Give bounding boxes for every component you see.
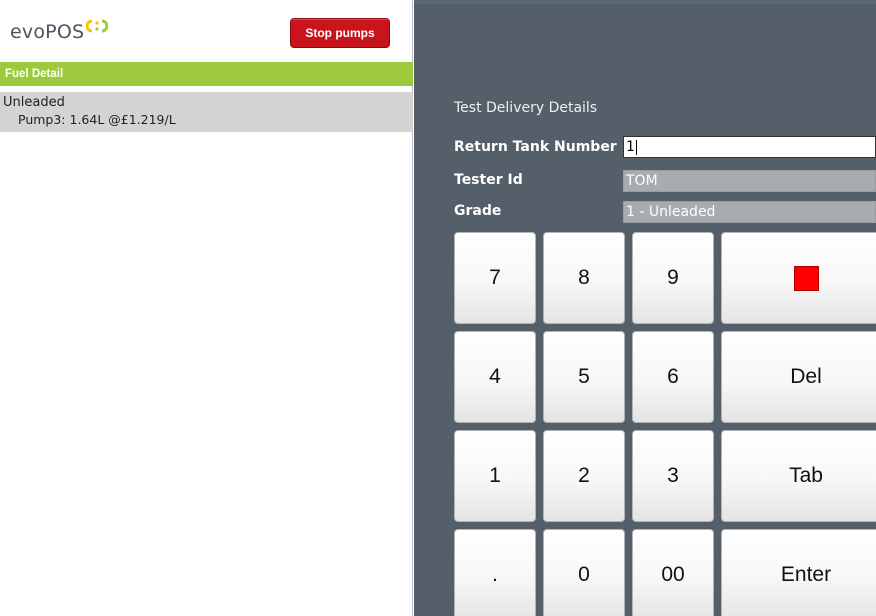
return-tank-number-value: 1 — [626, 139, 635, 155]
tester-id-input[interactable]: TOM — [623, 170, 876, 192]
left-panel: evoPOS Stop pumps Fuel Detail Unleaded P… — [0, 0, 413, 616]
key-2[interactable]: 2 — [543, 430, 625, 522]
key-6[interactable]: 6 — [632, 331, 714, 423]
key-5[interactable]: 5 — [543, 331, 625, 423]
app-window: evoPOS Stop pumps Fuel Detail Unleaded P… — [0, 0, 876, 616]
key-9[interactable]: 9 — [632, 232, 714, 324]
tester-id-label: Tester Id — [454, 172, 523, 188]
red-square-icon — [793, 265, 819, 291]
key-4[interactable]: 4 — [454, 331, 536, 423]
form-title: Test Delivery Details — [454, 100, 598, 116]
return-tank-number-input[interactable]: 1 — [623, 136, 876, 158]
grade-input[interactable]: 1 - Unleaded — [623, 201, 876, 223]
key-decimal[interactable]: . — [454, 529, 536, 616]
fuel-pump-detail: Pump3: 1.64L @£1.219/L — [18, 112, 176, 127]
grade-label: Grade — [454, 203, 502, 219]
fuel-grade-label: Unleaded — [3, 95, 65, 110]
key-1[interactable]: 1 — [454, 430, 536, 522]
logo-text: evoPOS — [10, 21, 85, 43]
key-7[interactable]: 7 — [454, 232, 536, 324]
evopos-logo: evoPOS — [10, 19, 109, 44]
stop-pumps-button[interactable]: Stop pumps — [290, 18, 390, 48]
fuel-list-item[interactable]: Unleaded Pump3: 1.64L @£1.219/L — [0, 92, 413, 132]
delete-button[interactable]: Del — [721, 331, 876, 423]
tab-button[interactable]: Tab — [721, 430, 876, 522]
fuel-detail-header: Fuel Detail — [0, 62, 413, 86]
text-caret — [635, 139, 637, 155]
clear-button[interactable] — [721, 232, 876, 324]
right-panel: Test Delivery Details Return Tank Number… — [414, 0, 876, 616]
top-divider — [414, 0, 876, 4]
key-3[interactable]: 3 — [632, 430, 714, 522]
header: evoPOS Stop pumps — [0, 0, 413, 59]
key-8[interactable]: 8 — [543, 232, 625, 324]
enter-button[interactable]: Enter — [721, 529, 876, 616]
return-tank-number-label: Return Tank Number — [454, 139, 617, 155]
key-00[interactable]: 00 — [632, 529, 714, 616]
logo-mark-icon — [86, 19, 109, 33]
key-0[interactable]: 0 — [543, 529, 625, 616]
